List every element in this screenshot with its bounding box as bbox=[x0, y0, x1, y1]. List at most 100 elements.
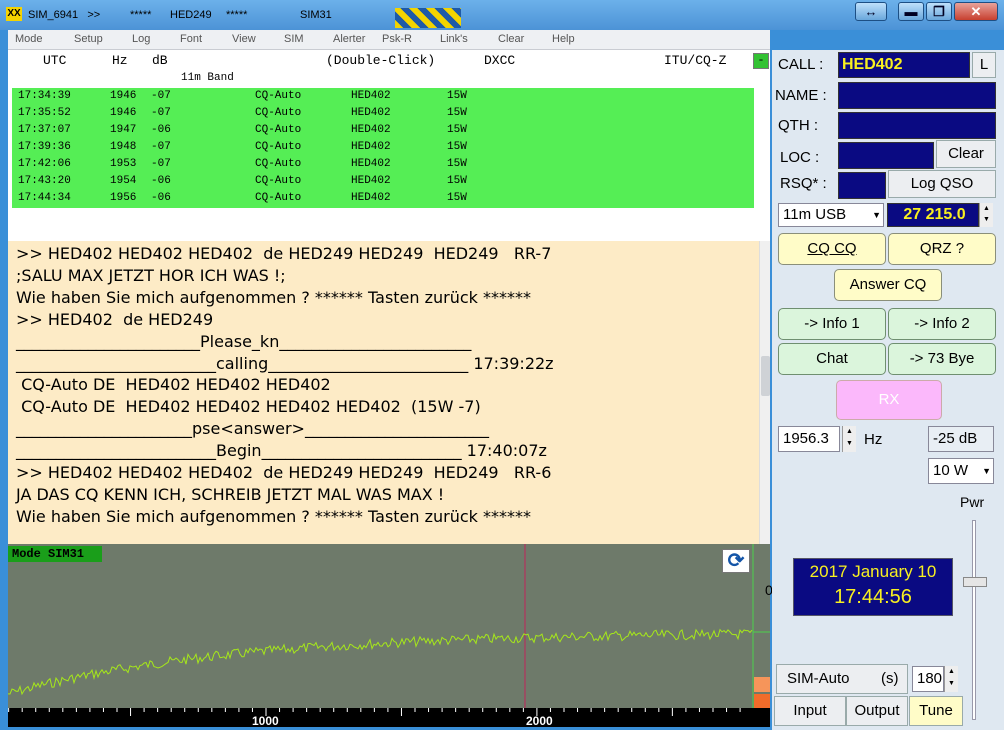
log-qso-button[interactable]: Log QSO bbox=[888, 170, 996, 198]
collapse-button[interactable]: - bbox=[753, 53, 769, 69]
menu-font[interactable]: Font bbox=[180, 33, 202, 45]
dx-row[interactable]: 17:44:34 1956 -06 CQ-Auto HED402 15W bbox=[12, 190, 754, 207]
dx-cell-utc: 17:43:20 bbox=[18, 175, 71, 187]
frequency-scale[interactable]: 1000 2000 bbox=[8, 708, 770, 728]
menu-links[interactable]: Link's bbox=[440, 33, 468, 45]
offset-input[interactable]: 1956.3 bbox=[778, 426, 840, 452]
dx-row[interactable]: 17:42:06 1953 -07 CQ-Auto HED402 15W bbox=[12, 156, 754, 173]
dx-cell-call: HED402 bbox=[351, 175, 391, 187]
offset-spinner[interactable]: ▲ ▼ bbox=[842, 426, 856, 452]
call-input[interactable]: HED402 bbox=[838, 52, 970, 78]
cq-cq-button[interactable]: CQ CQ bbox=[778, 233, 886, 265]
lookup-l-button[interactable]: L bbox=[972, 52, 996, 78]
dx-cell-msg: CQ-Auto bbox=[255, 107, 302, 119]
dx-cell-db: -06 bbox=[151, 175, 171, 187]
dx-cell-call: HED402 bbox=[351, 158, 391, 170]
qrz-button[interactable]: QRZ ? bbox=[888, 233, 996, 265]
dx-cell-pwr: 15W bbox=[447, 158, 467, 170]
bye-73-button[interactable]: -> 73 Bye bbox=[888, 343, 996, 375]
rx-line: >> HED402 HED402 HED402 de HED249 HED249… bbox=[16, 244, 552, 263]
pwr-label: Pwr bbox=[960, 494, 985, 510]
chevron-down-icon: ▼ bbox=[872, 210, 881, 220]
dx-cell-db: -07 bbox=[151, 158, 171, 170]
info-2-button[interactable]: -> Info 2 bbox=[888, 308, 996, 340]
dx-row[interactable]: 17:43:20 1954 -06 CQ-Auto HED402 15W bbox=[12, 173, 754, 190]
loc-label: LOC : bbox=[780, 149, 820, 166]
waterfall-panel[interactable]: Mode SIM31 ⟳ bbox=[8, 544, 770, 714]
dx-row[interactable]: 17:39:36 1948 -07 CQ-Auto HED402 15W bbox=[12, 139, 754, 156]
header-itu: ITU/CQ-Z bbox=[664, 53, 727, 68]
rx-scrollbar[interactable] bbox=[759, 241, 770, 544]
dx-cell-hz: 1947 bbox=[110, 124, 137, 136]
spectrum-plot bbox=[8, 544, 770, 714]
rx-scrollbar-thumb[interactable] bbox=[761, 356, 770, 396]
minimize-button[interactable]: ▬ bbox=[898, 2, 924, 21]
menu-alerter[interactable]: Alerter bbox=[333, 33, 365, 45]
menu-sim[interactable]: SIM bbox=[284, 33, 304, 45]
dx-cell-db: -06 bbox=[151, 192, 171, 204]
power-select-value: 10 W bbox=[933, 462, 969, 479]
level-indicator-bottom bbox=[754, 694, 770, 708]
loc-input[interactable] bbox=[838, 142, 934, 169]
dx-cell-hz: 1956 bbox=[110, 192, 137, 204]
dx-row[interactable]: 17:34:39 1946 -07 CQ-Auto HED402 15W bbox=[12, 88, 754, 105]
band-select-value: 11m USB bbox=[783, 206, 847, 223]
menu-mode[interactable]: Mode bbox=[15, 33, 43, 45]
name-input[interactable] bbox=[838, 82, 996, 109]
rsq-input[interactable] bbox=[838, 172, 886, 199]
frequency-spinner[interactable]: ▲ ▼ bbox=[979, 203, 993, 227]
menu-help[interactable]: Help bbox=[552, 33, 575, 45]
dx-row[interactable]: 17:37:07 1947 -06 CQ-Auto HED402 15W bbox=[12, 122, 754, 139]
clock-display: 2017 January 10 17:44:56 bbox=[793, 558, 953, 616]
dx-cell-utc: 17:42:06 bbox=[18, 158, 71, 170]
band-select[interactable]: 11m USB ▼ bbox=[778, 203, 884, 227]
dx-cell-msg: CQ-Auto bbox=[255, 158, 302, 170]
rsq-label: RSQ* : bbox=[780, 175, 827, 192]
resize-button[interactable]: ↔ bbox=[855, 2, 887, 21]
hz-label: Hz bbox=[864, 431, 883, 448]
answer-cq-button[interactable]: Answer CQ bbox=[834, 269, 942, 301]
menu-log[interactable]: Log bbox=[132, 33, 150, 45]
dx-cell-utc: 17:37:07 bbox=[18, 124, 71, 136]
header-dxcc: DXCC bbox=[484, 53, 516, 68]
menu-clear[interactable]: Clear bbox=[498, 33, 524, 45]
rx-line: _______________________Please_kn________… bbox=[16, 331, 472, 351]
menu-view[interactable]: View bbox=[232, 33, 256, 45]
call-label: CALL : bbox=[778, 56, 824, 73]
interval-spinner[interactable]: ▲ ▼ bbox=[944, 666, 958, 692]
clear-button[interactable]: Clear bbox=[936, 140, 996, 168]
input-button[interactable]: Input bbox=[774, 696, 846, 726]
dx-cell-pwr: 15W bbox=[447, 107, 467, 119]
menu-setup[interactable]: Setup bbox=[74, 33, 103, 45]
output-button[interactable]: Output bbox=[846, 696, 908, 726]
level-indicator-top bbox=[754, 677, 770, 692]
power-slider-thumb[interactable] bbox=[963, 577, 987, 587]
menu-psk-r[interactable]: Psk-R bbox=[382, 33, 412, 45]
title-bar: XX SIM_6941 >> ***** HED249 ***** SIM31 … bbox=[0, 0, 1004, 30]
power-slider-track[interactable] bbox=[972, 520, 976, 720]
rx-line: CQ-Auto DE HED402 HED402 HED402 HED402 (… bbox=[16, 397, 481, 417]
rx-button[interactable]: RX bbox=[836, 380, 942, 420]
qth-input[interactable] bbox=[838, 112, 996, 139]
info-1-button[interactable]: -> Info 1 bbox=[778, 308, 886, 340]
dx-row[interactable]: 17:35:52 1946 -07 CQ-Auto HED402 15W bbox=[12, 105, 754, 122]
power-select[interactable]: 10 W ▼ bbox=[928, 458, 994, 484]
refresh-icon[interactable]: ⟳ bbox=[722, 549, 750, 573]
header-hz: Hz bbox=[112, 53, 128, 68]
scale-ticks bbox=[8, 708, 741, 716]
frequency-display[interactable]: 27 215.0 bbox=[887, 203, 979, 227]
chat-button[interactable]: Chat bbox=[778, 343, 886, 375]
rx-text-area[interactable]: >> HED402 HED402 HED402 de HED249 HED249… bbox=[8, 241, 759, 544]
tune-button[interactable]: Tune bbox=[909, 696, 963, 726]
title-stars-left: ***** bbox=[130, 9, 152, 21]
maximize-button[interactable]: ❐ bbox=[926, 2, 952, 21]
rx-line: ______________________pse<answer>_______… bbox=[16, 419, 489, 439]
spectrum-trace bbox=[8, 628, 753, 696]
dx-cell-hz: 1954 bbox=[110, 175, 137, 187]
close-button[interactable]: ✕ bbox=[954, 2, 998, 21]
dx-list[interactable]: 17:34:39 1946 -07 CQ-Auto HED402 15W 17:35:52 1… bbox=[12, 88, 754, 208]
scale-label-1000: 1000 bbox=[252, 714, 279, 728]
interval-input[interactable]: 180 bbox=[912, 666, 944, 692]
dx-cell-call: HED402 bbox=[351, 107, 391, 119]
sim-auto-button[interactable]: SIM-Auto (s) bbox=[776, 664, 908, 694]
